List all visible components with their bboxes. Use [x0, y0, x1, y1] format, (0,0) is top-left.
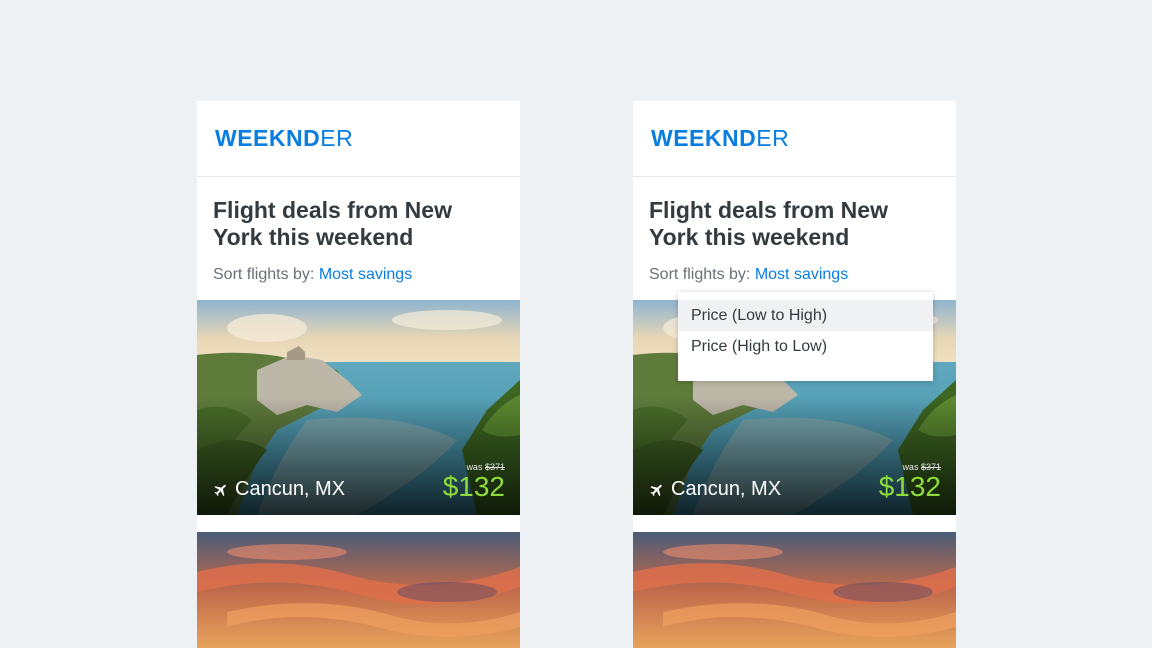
destination: Cancun, MX — [649, 478, 781, 501]
price-block: was $371 $132 — [879, 462, 941, 502]
plane-icon — [214, 484, 226, 496]
logo-light-text: ER — [320, 125, 354, 151]
sort-label: Sort flights by: — [649, 266, 751, 283]
sort-dropdown-toggle[interactable]: Most savings — [319, 266, 412, 283]
sunset-photo — [633, 532, 956, 648]
logo-light-text: ER — [756, 125, 790, 151]
plane-icon — [650, 484, 662, 496]
sort-row: Sort flights by: Most savings — [213, 265, 504, 285]
header: WEEKNDER — [197, 101, 520, 177]
destination-label: Cancun, MX — [671, 478, 782, 500]
page-title: Flight deals from New York this weekend — [649, 197, 888, 250]
header: WEEKNDER — [633, 101, 956, 177]
deal-price: $132 — [878, 471, 941, 502]
deal-card-sunset[interactable] — [197, 532, 520, 648]
sort-dropdown-toggle[interactable]: Most savings — [755, 266, 848, 283]
sort-dropdown-menu: Price (Low to High) Price (High to Low) — [678, 292, 933, 381]
email-preview-default: WEEKNDER Flight deals from New York this… — [197, 101, 520, 648]
deal-card-sunset[interactable] — [633, 532, 956, 648]
deal-card[interactable]: Cancun, MX was $371 $132 — [197, 300, 520, 515]
sort-option-price-low-high[interactable]: Price (Low to High) — [678, 300, 933, 331]
brand-logo[interactable]: WEEKNDER — [215, 127, 353, 150]
brand-logo[interactable]: WEEKNDER — [651, 127, 789, 150]
destination: Cancun, MX — [213, 478, 345, 501]
sort-row: Sort flights by: Most savings — [649, 265, 940, 285]
price-block: was $371 $132 — [443, 462, 505, 502]
sunset-photo — [197, 532, 520, 648]
logo-bold-text: WEEKND — [651, 125, 757, 151]
logo-bold-text: WEEKND — [215, 125, 321, 151]
deal-price: $132 — [442, 471, 505, 502]
destination-label: Cancun, MX — [235, 478, 346, 500]
sort-label: Sort flights by: — [213, 266, 315, 283]
email-preview-dropdown-open: WEEKNDER Flight deals from New York this… — [633, 101, 956, 648]
page-title: Flight deals from New York this weekend — [213, 197, 452, 250]
sort-option-price-high-low[interactable]: Price (High to Low) — [678, 331, 933, 362]
